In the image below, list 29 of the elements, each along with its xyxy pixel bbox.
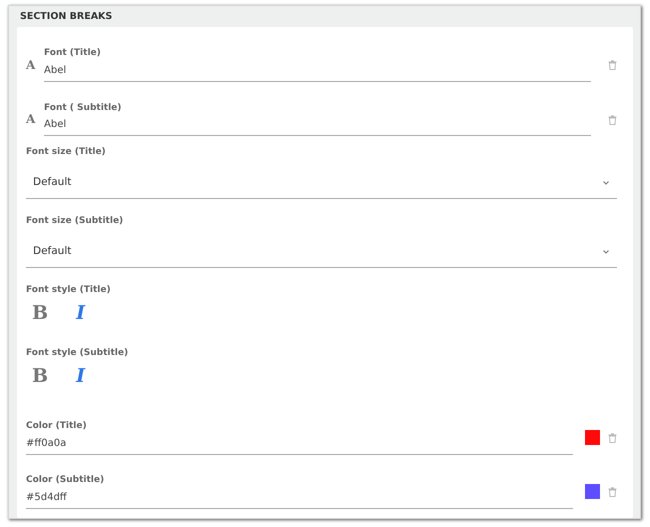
input-field[interactable]: Abel: [44, 60, 591, 82]
field-label: Font size (Subtitle): [26, 215, 124, 228]
field-label: Font size (Title): [26, 146, 107, 160]
field-label: Color (Subtitle): [26, 474, 106, 487]
font-icon: A: [26, 110, 35, 128]
field-label: Font style (Subtitle): [26, 347, 130, 360]
delete-icon[interactable]: [608, 486, 617, 497]
delete-icon[interactable]: [608, 114, 617, 125]
italic-button[interactable]: I: [70, 364, 91, 388]
font-icon: A: [26, 56, 35, 74]
input-field[interactable]: #5d4dff: [26, 488, 573, 508]
bold-button[interactable]: B: [26, 302, 54, 325]
input-field[interactable]: Abel: [44, 115, 591, 136]
field-label: Font (Title): [44, 47, 102, 60]
caret-icon: [603, 180, 609, 185]
field-label: Color (Title): [26, 420, 88, 433]
section-title: SECTION BREAKS: [19, 10, 114, 24]
field-label: Font ( Subtitle): [44, 102, 122, 115]
field-label: Font style (Title): [26, 284, 112, 298]
select-field[interactable]: Default: [26, 164, 617, 198]
delete-icon[interactable]: [608, 432, 617, 443]
color-swatch[interactable]: [585, 484, 600, 499]
color-swatch[interactable]: [585, 430, 600, 445]
caret-icon: [603, 250, 609, 254]
input-field[interactable]: #ff0a0a: [26, 434, 573, 454]
italic-button[interactable]: I: [70, 302, 91, 325]
select-field[interactable]: Default: [26, 232, 617, 268]
bold-button[interactable]: B: [26, 364, 54, 388]
delete-icon[interactable]: [608, 60, 617, 70]
